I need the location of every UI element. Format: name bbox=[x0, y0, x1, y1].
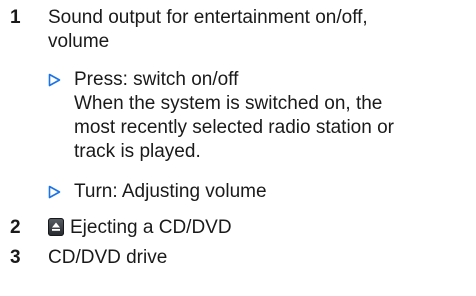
sub-item-text-line: Turn: Adjusting volume bbox=[74, 181, 267, 202]
item-number: 1 bbox=[10, 7, 21, 28]
triangle-bullet-icon bbox=[48, 185, 61, 199]
item-number: 2 bbox=[10, 217, 21, 238]
sub-item-text-line: When the system is switched on, the bbox=[74, 93, 383, 114]
item-text-line: volume bbox=[48, 31, 110, 52]
sub-item-text-line: Press: switch on/off bbox=[74, 69, 239, 90]
sub-item-text-line: track is played. bbox=[74, 141, 201, 162]
sub-item-text-line: most recently selected radio station or bbox=[74, 117, 394, 138]
item-number: 3 bbox=[10, 247, 21, 268]
item-text-line: Sound output for entertainment on/off, bbox=[48, 7, 368, 28]
eject-icon bbox=[48, 218, 64, 236]
item-text: Ejecting a CD/DVD bbox=[70, 217, 232, 238]
triangle-bullet-icon bbox=[48, 73, 61, 87]
item-text: CD/DVD drive bbox=[48, 247, 168, 268]
manual-page: 1 Sound output for entertainment on/off,… bbox=[0, 0, 476, 296]
